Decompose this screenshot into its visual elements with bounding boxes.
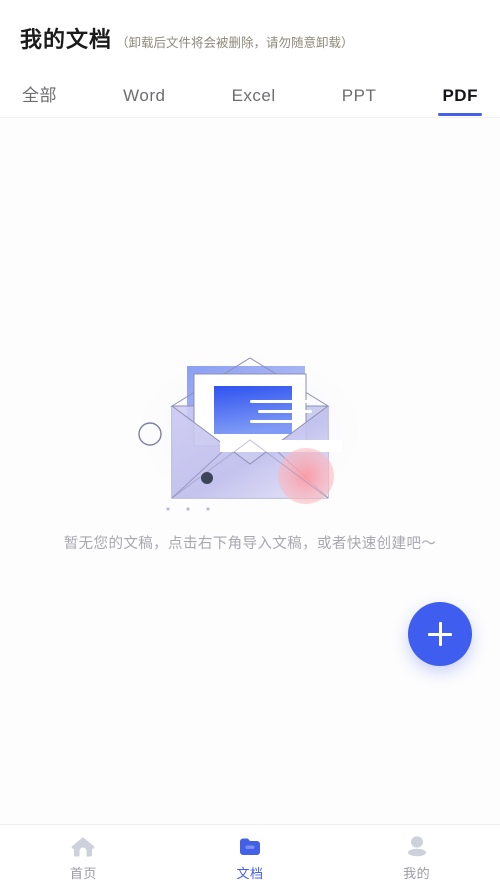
empty-state-message: 暂无您的文稿，点击右下角导入文稿，或者快速创建吧～ [63,536,437,552]
empty-state-illustration [110,336,390,516]
tab-ppt-label: PPT [341,86,377,105]
tab-word-label: Word [123,86,166,105]
tab-word[interactable]: Word [123,86,165,118]
nav-item-documents[interactable]: 文档 [167,834,334,882]
app-screen: 我的文档 （卸载后文件将会被删除，请勿随意卸载） 全部 Word Excel P… [0,0,500,894]
tab-pdf[interactable]: PDF [438,86,483,118]
tab-pdf-label: PDF [442,86,478,105]
nav-item-documents-label: 文档 [236,865,264,881]
page-title: 我的文档 [20,27,113,52]
page-title-note: （卸载后文件将会被删除，请勿随意卸载） [116,36,354,50]
nav-item-profile[interactable]: 我的 [333,834,500,882]
document-type-tabs: 全部 Word Excel PPT PDF [0,66,500,118]
nav-item-home[interactable]: 首页 [0,834,167,882]
tab-all-label: 全部 [22,86,57,105]
tab-ppt[interactable]: PPT [342,86,377,118]
plus-icon [428,622,452,646]
nav-item-profile-label: 我的 [403,865,431,881]
envelope-illustration-svg [120,343,380,516]
document-list-empty-area: 暂无您的文稿，点击右下角导入文稿，或者快速创建吧～ [0,118,500,824]
tab-excel[interactable]: Excel [232,86,276,118]
bottom-navigation: 首页 文档 我的 [0,824,500,894]
page-header: 我的文档 （卸载后文件将会被删除，请勿随意卸载） [0,0,500,66]
tab-excel-label: Excel [231,86,276,105]
add-document-fab[interactable] [408,602,472,666]
person-icon [404,834,430,858]
folder-icon [237,834,263,858]
tab-active-indicator [438,113,483,116]
home-icon [70,834,96,858]
tab-all[interactable]: 全部 [22,81,57,118]
nav-item-home-label: 首页 [69,865,97,881]
